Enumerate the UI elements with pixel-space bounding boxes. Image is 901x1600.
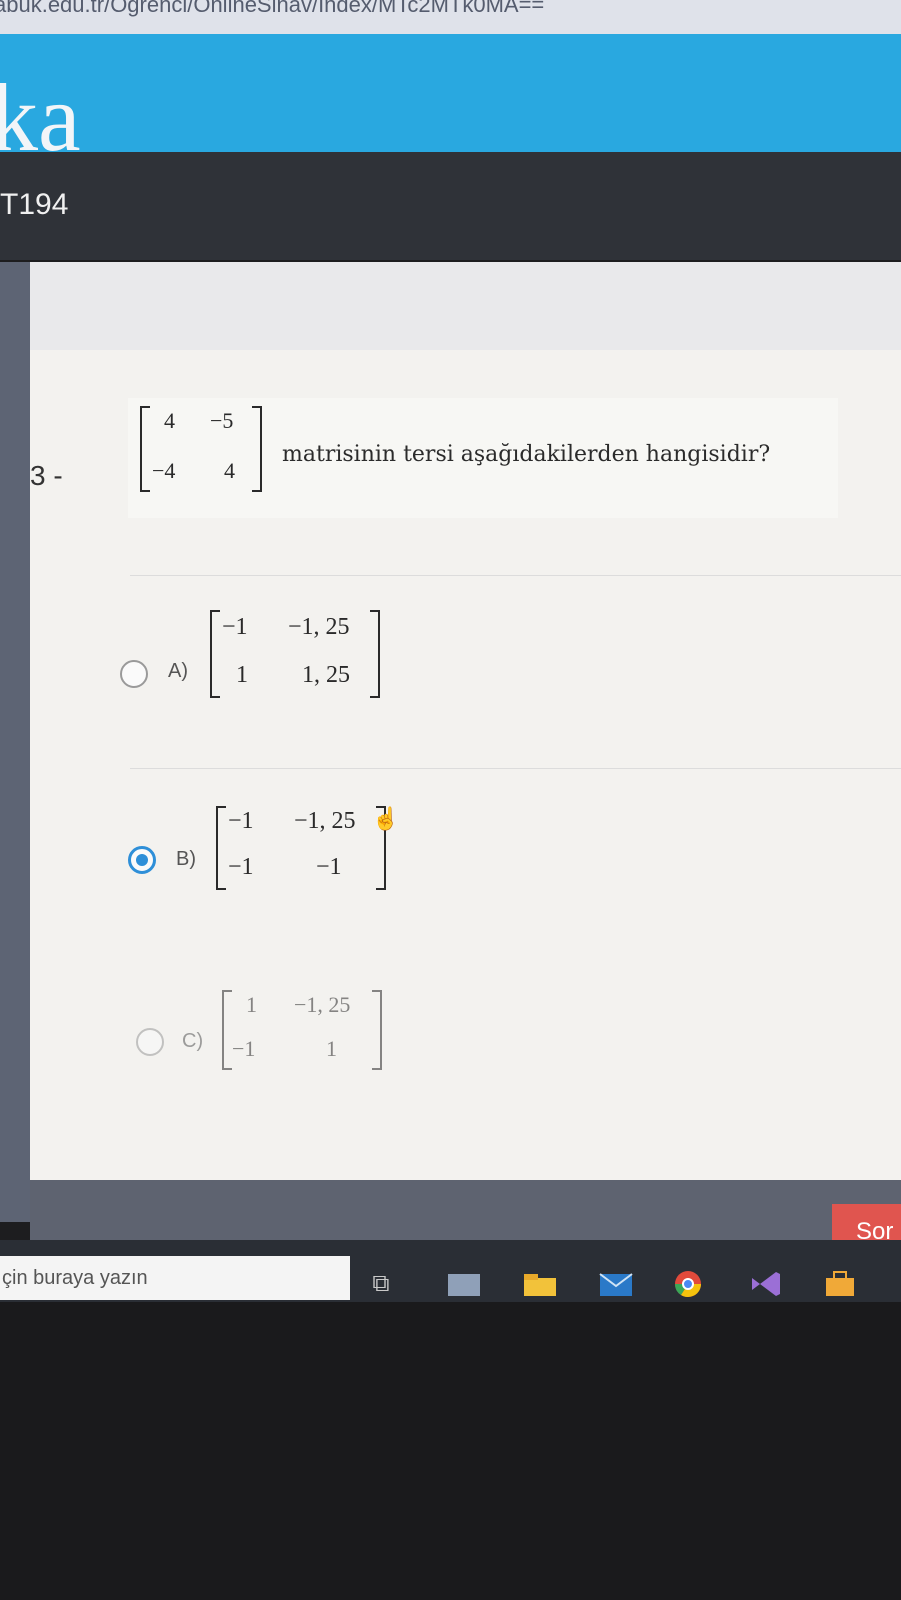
- chrome-icon[interactable]: [670, 1270, 706, 1298]
- option-a-letter: A): [168, 660, 188, 682]
- option-b-radio[interactable]: [128, 846, 156, 874]
- option-c-letter: C): [182, 1030, 204, 1052]
- matrix-cell: 1, 25: [302, 662, 350, 688]
- matrix-cell: −4: [152, 458, 176, 483]
- question-number: 3 -: [30, 460, 63, 491]
- option-b-matrix: −1 −1, 25 −1 −1: [216, 806, 386, 890]
- task-view-icon[interactable]: ⧉: [364, 1270, 398, 1298]
- matrix-cell: 4: [164, 408, 175, 433]
- option-b-letter: B): [176, 848, 196, 870]
- hand-cursor-icon: ☝: [372, 806, 400, 831]
- course-code: T194: [0, 188, 69, 221]
- page-left-edge: [0, 262, 30, 1222]
- matrix-cell: −1: [228, 854, 254, 880]
- store-icon[interactable]: [822, 1270, 858, 1298]
- matrix-cell: −5: [210, 408, 234, 433]
- course-header: [0, 152, 901, 260]
- matrix-cell: −1: [232, 1036, 256, 1061]
- divider: [130, 768, 901, 769]
- divider: [130, 575, 901, 576]
- url-text: abuk.edu.tr/Ogrenci/OnlineSinav/Index/MT…: [0, 0, 545, 17]
- monitor-bezel: [0, 1302, 901, 1600]
- matrix-cell: 1: [326, 1036, 337, 1061]
- matrix-cell: −1, 25: [288, 614, 350, 640]
- site-banner: [0, 34, 901, 152]
- matrix-cell: 1: [236, 662, 248, 688]
- option-c-radio[interactable]: [136, 1028, 164, 1056]
- visual-studio-icon[interactable]: [748, 1270, 784, 1298]
- matrix-cell: −1: [316, 854, 342, 880]
- address-bar[interactable]: abuk.edu.tr/Ogrenci/OnlineSinav/Index/MT…: [0, 0, 901, 34]
- question-text: matrisinin tersi aşağıdakilerden hangisi…: [282, 442, 771, 467]
- matrix-cell: −1, 25: [294, 808, 356, 834]
- question-matrix: 4 −5 −4 4: [140, 406, 262, 492]
- matrix-cell: −1: [222, 614, 248, 640]
- mail-icon[interactable]: [598, 1270, 634, 1298]
- matrix-cell: −1, 25: [294, 992, 351, 1017]
- option-a-radio[interactable]: [120, 660, 148, 688]
- option-c-matrix: 1 −1, 25 −1 1: [222, 990, 382, 1070]
- option-a-matrix: −1 −1, 25 1 1, 25: [210, 610, 380, 698]
- taskbar-search-input[interactable]: çin buraya yazın: [0, 1256, 350, 1300]
- exam-footer-bar: [30, 1180, 901, 1240]
- file-explorer-icon[interactable]: [522, 1270, 558, 1298]
- matrix-cell: −1: [228, 808, 254, 834]
- matrix-cell: 4: [224, 458, 235, 483]
- matrix-cell: 1: [246, 992, 257, 1017]
- app-icon[interactable]: [446, 1270, 482, 1298]
